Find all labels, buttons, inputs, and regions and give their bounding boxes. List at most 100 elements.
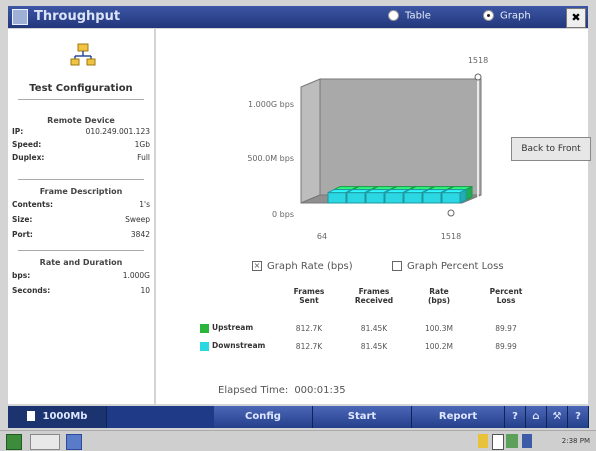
graph-panel: 1.000G bps 500.0M bps 0 bps 64 1518 1518… <box>156 29 591 404</box>
size-key: Size: <box>12 215 33 224</box>
y-tick-label: 1.000G bps <box>248 100 294 109</box>
header-line: Sent <box>299 296 319 305</box>
graph-rate-checkbox[interactable]: × <box>252 261 262 271</box>
contents-key: Contents: <box>12 200 54 209</box>
graph-percent-loss-option[interactable]: Graph Percent Loss <box>392 261 504 272</box>
bar-side-face <box>459 188 467 204</box>
speed-value: 1Gb <box>134 140 150 149</box>
divider <box>18 250 144 251</box>
network-status-icon[interactable] <box>506 434 518 448</box>
document-icon[interactable] <box>492 434 504 450</box>
bar-front-face <box>365 192 385 204</box>
chart-side-wall <box>300 78 321 204</box>
frames-sent-header: Frames Sent <box>284 287 334 305</box>
ip-value: 010.249.001.123 <box>85 127 150 136</box>
report-button[interactable]: Report <box>412 406 505 428</box>
graph-percent-loss-checkbox[interactable] <box>392 261 402 271</box>
test-configuration-panel: Test Configuration Remote Device IP: 010.… <box>8 29 154 404</box>
start-button[interactable]: Start <box>313 406 412 428</box>
radio-graph-dot[interactable] <box>483 10 494 21</box>
y-tick-label: 500.0M bps <box>247 154 294 163</box>
radio-table-dot[interactable] <box>388 10 399 21</box>
radio-table[interactable]: Table <box>388 10 431 22</box>
link-icon <box>26 411 35 421</box>
close-button[interactable]: ✖ <box>566 8 586 28</box>
app-icon <box>12 9 28 25</box>
window-title: Throughput <box>34 9 121 24</box>
graph-rate-label: Graph Rate (bps) <box>267 261 353 272</box>
divider <box>18 99 144 100</box>
header-line: Rate <box>429 287 449 296</box>
downstream-rate: 100.2M <box>425 342 453 351</box>
frames-received-header: Frames Received <box>344 287 404 305</box>
bar-front-face <box>422 192 442 204</box>
size-row: Size: Sweep <box>12 215 150 224</box>
duplex-row: Duplex: Full <box>12 153 150 162</box>
speed-key: Speed: <box>12 140 42 149</box>
frame-description-heading: Frame Description <box>39 187 123 196</box>
downstream-bar <box>441 188 467 204</box>
frame-size-marker-handle[interactable] <box>474 73 482 81</box>
bar-front-face <box>441 192 461 204</box>
link-speed-button[interactable]: 1000Mb <box>8 406 107 428</box>
remote-device-heading: Remote Device <box>47 116 115 125</box>
bar-front-face <box>346 192 366 204</box>
x-tick-label: 1518 <box>441 232 461 241</box>
window-icon[interactable] <box>66 434 82 450</box>
bps-value: 1.000G <box>122 271 150 280</box>
help-button[interactable]: ? <box>505 406 526 428</box>
battery-icon <box>478 434 488 448</box>
size-value: Sweep <box>125 215 150 224</box>
back-to-front-button[interactable]: Back to Front <box>511 137 591 161</box>
downstream-row-label: Downstream <box>200 341 265 351</box>
config-button[interactable]: Config <box>214 406 313 428</box>
app-window: Throughput Table Graph ✖ Test Configurat… <box>0 0 596 451</box>
downstream-swatch <box>200 341 209 351</box>
header-line: Received <box>354 296 394 305</box>
port-key: Port: <box>12 230 33 239</box>
bps-key: bps: <box>12 271 31 280</box>
contents-row: Contents: 1's <box>12 200 150 209</box>
downstream-frames-sent: 812.7K <box>295 342 323 351</box>
header-line: Loss <box>496 296 516 305</box>
upstream-label: Upstream <box>212 323 254 332</box>
radio-table-label: Table <box>405 10 431 22</box>
throughput-chart: 1.000G bps 500.0M bps 0 bps 64 1518 1518 <box>247 56 488 241</box>
header-line: (bps) <box>427 296 451 305</box>
duplex-key: Duplex: <box>12 153 45 162</box>
keyboard-icon[interactable] <box>30 434 60 450</box>
ip-key: IP: <box>12 127 24 136</box>
downstream-percent-loss: 89.99 <box>495 342 517 351</box>
frame-size-marker-handle[interactable] <box>447 209 455 217</box>
elapsed-time-value: 000:01:35 <box>294 385 346 396</box>
header-line: Percent <box>489 287 523 296</box>
y-tick-label: 0 bps <box>272 210 294 219</box>
ip-row: IP: 010.249.001.123 <box>12 127 150 136</box>
upstream-percent-loss: 89.97 <box>495 324 517 333</box>
radio-graph[interactable]: Graph <box>483 10 531 22</box>
volume-icon[interactable] <box>522 434 532 448</box>
seconds-key: Seconds: <box>12 286 51 295</box>
seconds-value: 10 <box>140 286 150 295</box>
network-icon <box>70 43 96 66</box>
radio-graph-label: Graph <box>500 10 531 22</box>
extra-help-button[interactable]: ? <box>568 406 589 428</box>
bars-group <box>327 185 473 204</box>
wrench-icon[interactable]: ⚒ <box>547 406 568 428</box>
downstream-frames-received: 81.45K <box>360 342 388 351</box>
chart-back-wall <box>319 78 482 196</box>
bar-side-face <box>465 185 473 201</box>
bps-row: bps: 1.000G <box>12 271 150 280</box>
percent-loss-header: Percent Loss <box>481 287 531 305</box>
duplex-value: Full <box>137 153 150 162</box>
bar-front-face <box>403 192 423 204</box>
home-icon[interactable]: ⌂ <box>526 406 547 428</box>
start-menu-icon[interactable] <box>6 434 22 450</box>
graph-rate-option[interactable]: × Graph Rate (bps) <box>252 261 353 272</box>
header-line: Frames <box>293 287 325 296</box>
upstream-swatch <box>200 323 209 333</box>
upstream-frames-sent: 812.7K <box>295 324 323 333</box>
title-bar: Throughput Table Graph ✖ <box>8 6 588 28</box>
bottom-toolbar: 1000Mb Config Start Report ? ⌂ ⚒ ? <box>8 406 589 428</box>
seconds-row: Seconds: 10 <box>12 286 150 295</box>
